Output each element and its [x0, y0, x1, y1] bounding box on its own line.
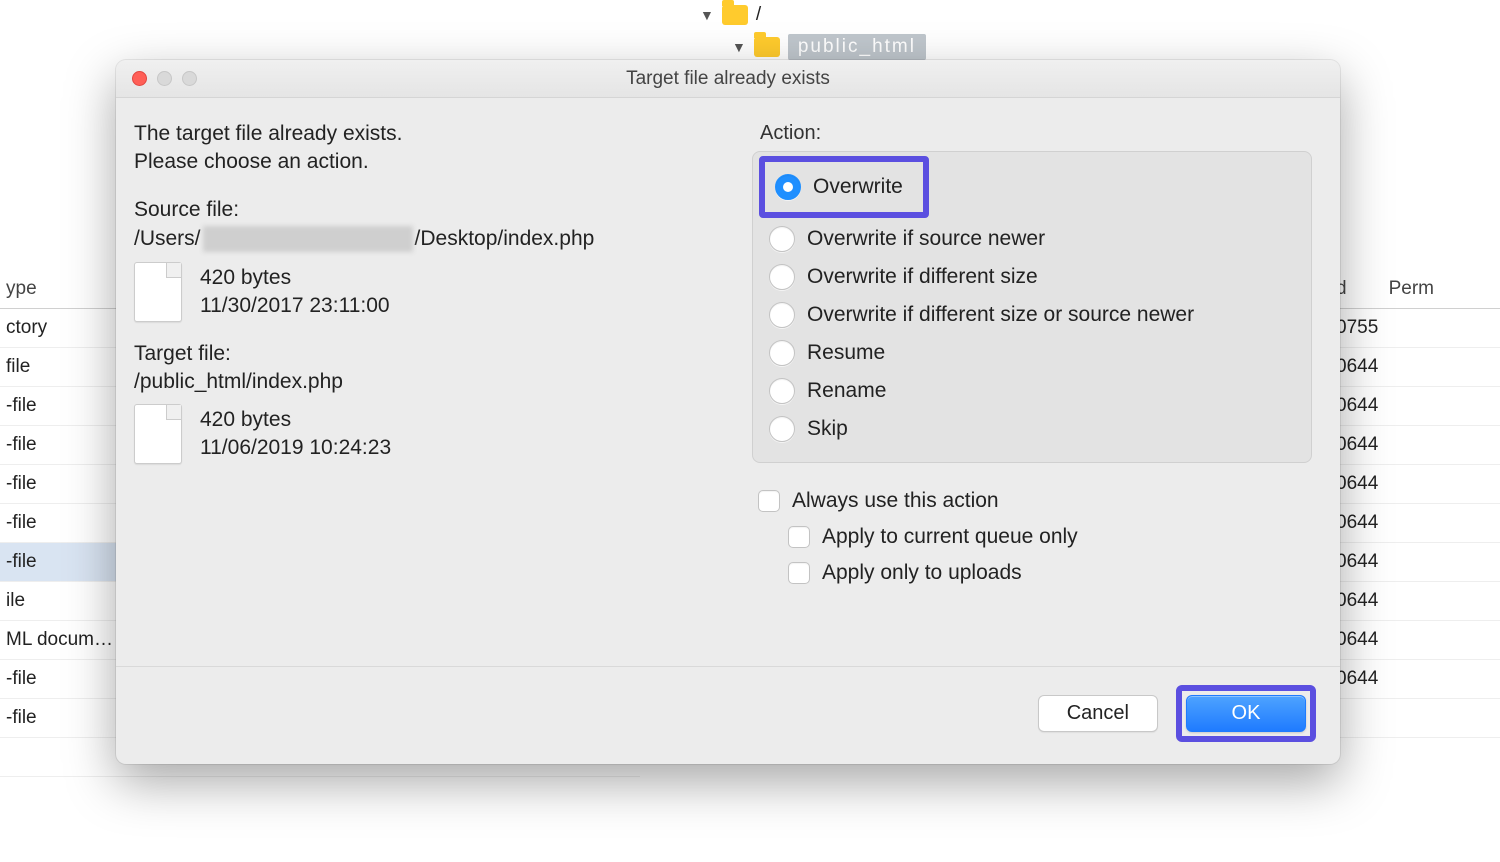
dialog-info-pane: The target file already exists. Please c…: [134, 122, 734, 666]
checkbox-icon[interactable]: [788, 562, 810, 584]
target-file-date: 11/06/2019 10:24:23: [200, 436, 391, 460]
checkbox-icon[interactable]: [788, 526, 810, 548]
radio-icon[interactable]: [769, 416, 795, 442]
radio-icon[interactable]: [769, 264, 795, 290]
dialog-titlebar[interactable]: Target file already exists: [116, 60, 1340, 98]
highlight-overwrite: Overwrite: [759, 156, 929, 218]
dialog-footer: Cancel OK: [116, 666, 1340, 764]
radio-icon[interactable]: [769, 226, 795, 252]
checkbox-label: Apply to current queue only: [822, 525, 1078, 549]
redacted-username: [203, 226, 413, 252]
disclosure-triangle-icon[interactable]: ▼: [732, 39, 746, 55]
radio-label: Overwrite if different size: [807, 265, 1038, 289]
source-file-path: /Users/ /Desktop/index.php: [134, 226, 734, 252]
message-line-1: The target file already exists.: [134, 122, 734, 146]
radio-label: Overwrite if source newer: [807, 227, 1045, 251]
action-radio-group: Overwrite Overwrite if source newer Over…: [752, 151, 1312, 463]
tree-row-root[interactable]: ▼ /: [700, 0, 926, 30]
source-file-size: 420 bytes: [200, 266, 390, 290]
cancel-button[interactable]: Cancel: [1038, 695, 1158, 732]
file-icon: [134, 262, 182, 322]
tree-row-public-html[interactable]: ▼ public_html: [700, 30, 926, 64]
source-file-label: Source file:: [134, 198, 734, 222]
ok-button[interactable]: OK: [1186, 695, 1306, 732]
tree-selected-label: public_html: [788, 34, 926, 60]
radio-rename[interactable]: Rename: [765, 372, 1299, 410]
message-line-2: Please choose an action.: [134, 150, 734, 174]
window-controls: [116, 71, 197, 86]
action-group-label: Action:: [752, 122, 1312, 145]
radio-overwrite-size[interactable]: Overwrite if different size: [765, 258, 1299, 296]
target-file-size: 420 bytes: [200, 408, 391, 432]
target-file-label: Target file:: [134, 342, 734, 366]
checkbox-apply-queue[interactable]: Apply to current queue only: [756, 519, 1312, 555]
radio-icon[interactable]: [769, 378, 795, 404]
checkbox-label: Always use this action: [792, 489, 999, 513]
radio-icon[interactable]: [769, 340, 795, 366]
overwrite-dialog: Target file already exists The target fi…: [116, 60, 1340, 764]
folder-icon: [722, 5, 748, 25]
checkbox-apply-uploads[interactable]: Apply only to uploads: [756, 555, 1312, 591]
radio-label: Resume: [807, 341, 885, 365]
radio-icon[interactable]: [775, 174, 801, 200]
checkbox-always-use[interactable]: Always use this action: [756, 483, 1312, 519]
radio-label: Overwrite if different size or source ne…: [807, 303, 1194, 327]
disclosure-triangle-icon[interactable]: ▼: [700, 7, 714, 23]
folder-icon: [754, 37, 780, 57]
checkbox-icon[interactable]: [758, 490, 780, 512]
file-icon: [134, 404, 182, 464]
tree-root-label: /: [756, 4, 761, 26]
radio-label: Skip: [807, 417, 848, 441]
source-file-date: 11/30/2017 23:11:00: [200, 294, 390, 318]
close-icon[interactable]: [132, 71, 147, 86]
radio-label: Rename: [807, 379, 886, 403]
radio-icon[interactable]: [769, 302, 795, 328]
minimize-icon[interactable]: [157, 71, 172, 86]
radio-resume[interactable]: Resume: [765, 334, 1299, 372]
radio-overwrite[interactable]: Overwrite: [771, 168, 907, 206]
radio-skip[interactable]: Skip: [765, 410, 1299, 448]
radio-overwrite-size-newer[interactable]: Overwrite if different size or source ne…: [765, 296, 1299, 334]
zoom-icon[interactable]: [182, 71, 197, 86]
col-type[interactable]: ype: [0, 274, 120, 304]
checkbox-label: Apply only to uploads: [822, 561, 1022, 585]
col-permissions[interactable]: Perm: [1383, 274, 1440, 304]
dialog-title: Target file already exists: [116, 68, 1340, 90]
target-file-path: /public_html/index.php: [134, 370, 734, 394]
highlight-ok: OK: [1176, 685, 1316, 742]
radio-overwrite-label: Overwrite: [813, 175, 903, 199]
remote-tree: ▼ / ▼ public_html: [700, 0, 926, 64]
radio-overwrite-newer[interactable]: Overwrite if source newer: [765, 220, 1299, 258]
